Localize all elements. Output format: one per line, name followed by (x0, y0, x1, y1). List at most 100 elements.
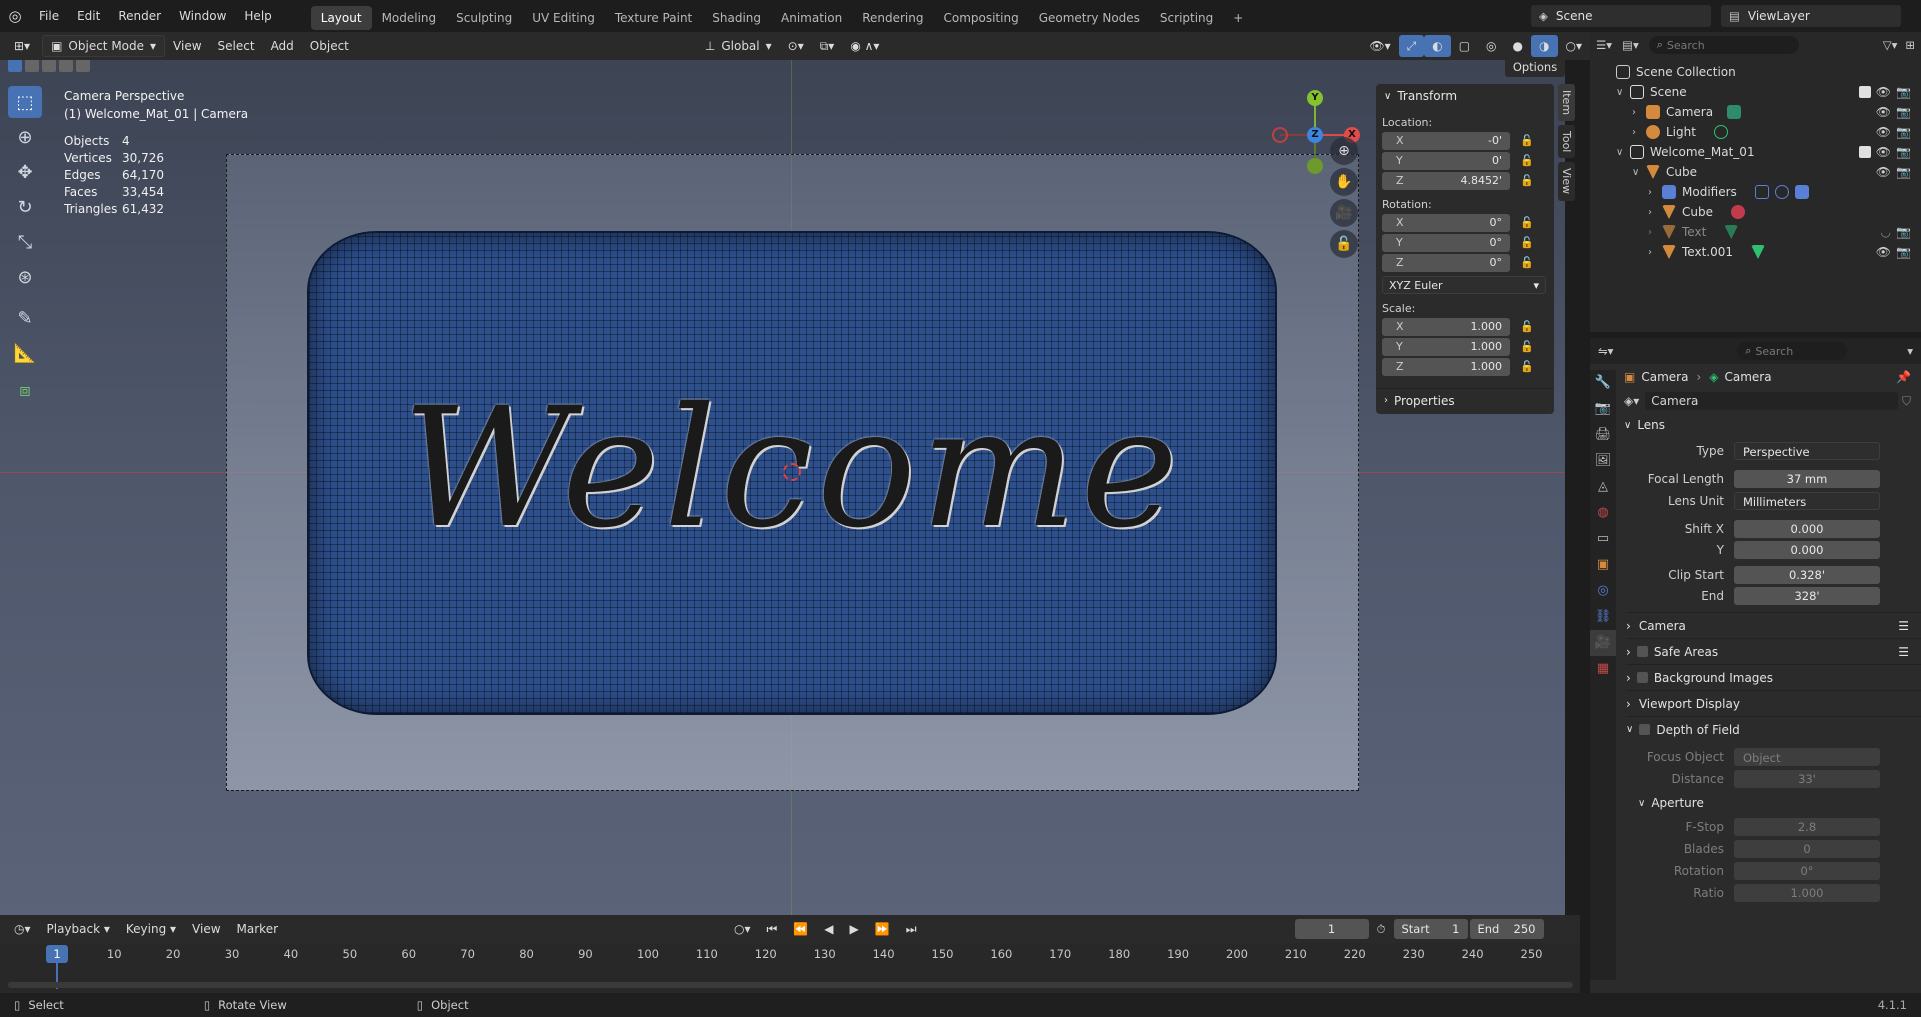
render-camera-icon[interactable]: 📷 (1896, 105, 1911, 119)
depth-of-field-section-header[interactable]: ∨ Depth of Field (1626, 716, 1921, 742)
cursor-tool-icon[interactable]: ⊕ (8, 121, 42, 153)
shading-solid-icon[interactable]: ● (1505, 35, 1531, 57)
gizmo-negy-icon[interactable] (1307, 158, 1323, 174)
outliner-scene-collection[interactable]: Scene Collection (1590, 62, 1921, 82)
lock-icon[interactable]: 🔓 (1520, 216, 1534, 229)
editor-type-icon[interactable]: ⇋▾ (1598, 344, 1613, 358)
texture-tab-icon[interactable]: ▦ (1590, 656, 1616, 682)
timeline-scrollbar[interactable] (8, 982, 1573, 988)
rotation-y-field[interactable]: Y 0° 🔓 (1382, 234, 1534, 252)
properties-search[interactable]: ⌕ Search (1737, 342, 1848, 360)
start-frame-field[interactable]: Start 1 (1393, 919, 1468, 939)
prev-keyframe-icon[interactable]: ⏪ (785, 918, 816, 940)
render-camera-icon[interactable]: 📷 (1896, 125, 1911, 139)
tab-scripting[interactable]: Scripting (1150, 6, 1223, 30)
focal-length-field[interactable]: 37 mm (1734, 470, 1880, 488)
location-z-field[interactable]: Z 4.8452' 🔓 (1382, 172, 1534, 190)
gizmo-y-icon[interactable]: Y (1307, 90, 1323, 106)
constraints-tab-icon[interactable]: ⛓ (1590, 604, 1616, 630)
snap-icon[interactable]: ⧉▾ (812, 35, 843, 57)
list-menu-icon[interactable]: ☰ (1898, 645, 1909, 659)
menu-marker[interactable]: Marker (229, 918, 286, 940)
xray-icon[interactable]: ▢ (1451, 35, 1478, 57)
annotate-tool-icon[interactable]: ✎ (8, 302, 42, 334)
jump-end-icon[interactable]: ⏭ (898, 918, 925, 940)
lens-section-header[interactable]: ∨ Lens (1624, 412, 1921, 438)
tab-uv-editing[interactable]: UV Editing (522, 6, 605, 30)
datablock-selector[interactable]: ◈▾ Camera ⛉ (1624, 390, 1921, 412)
background-images-section-header[interactable]: › Background Images (1626, 664, 1921, 690)
3d-viewport[interactable]: Welcome Camera Perspective (1) Welcome_M… (0, 60, 1565, 915)
distance-field[interactable]: 33' (1734, 770, 1880, 788)
properties-subpanel-header[interactable]: › Properties (1376, 388, 1554, 412)
menu-file[interactable]: File (30, 0, 68, 32)
ratio-field[interactable]: 1.000 (1734, 884, 1880, 902)
render-camera-icon[interactable]: 📷 (1896, 85, 1911, 99)
camera-section-header[interactable]: › Camera ☰ (1626, 612, 1921, 638)
scale-tool-icon[interactable]: ⤡ (8, 226, 42, 258)
chevron-down-icon[interactable]: ∨ (1616, 147, 1630, 158)
select-intersect-icon[interactable] (76, 60, 90, 72)
move-tool-icon[interactable]: ✥ (8, 156, 42, 188)
new-collection-icon[interactable]: ⊞ (1905, 38, 1915, 52)
measure-tool-icon[interactable]: 📐 (8, 337, 42, 369)
shading-rendered-icon[interactable]: ○▾ (1558, 35, 1591, 57)
outliner-row[interactable]: › Cube (1590, 202, 1921, 222)
filter-icon[interactable]: ▽▾ (1883, 38, 1898, 52)
checkbox-icon[interactable] (1636, 646, 1648, 657)
menu-help[interactable]: Help (235, 0, 280, 32)
options-button[interactable]: Options (1505, 60, 1565, 77)
safe-areas-section-header[interactable]: › Safe Areas ☰ (1626, 638, 1921, 664)
outliner-row[interactable]: ∨ Scene 👁 📷 (1590, 82, 1921, 102)
render-tab-icon[interactable]: 📷 (1590, 396, 1616, 422)
chevron-right-icon[interactable]: › (1632, 107, 1646, 118)
render-camera-icon[interactable]: 📷 (1896, 145, 1911, 159)
select-box-tool-icon[interactable]: ⬚ (8, 86, 42, 118)
tab-rendering[interactable]: Rendering (852, 6, 933, 30)
tab-tool[interactable]: Tool (1558, 125, 1575, 159)
editor-type-icon[interactable]: ◷▾ (6, 918, 39, 940)
checkbox-icon[interactable] (1639, 724, 1651, 735)
lock-camera-icon[interactable]: 🔓 (1330, 230, 1358, 258)
checkbox-icon[interactable] (1859, 146, 1871, 158)
menu-select[interactable]: Select (210, 35, 263, 57)
lens-unit-dropdown[interactable]: Millimeters (1734, 492, 1880, 510)
menu-render[interactable]: Render (109, 0, 170, 32)
next-keyframe-icon[interactable]: ⏩ (867, 918, 898, 940)
rotation-field[interactable]: 0° (1734, 862, 1880, 880)
chevron-right-icon[interactable]: › (1648, 187, 1662, 198)
lock-icon[interactable]: 🔓 (1520, 236, 1534, 249)
visibility-icon[interactable]: 👁▾ (1361, 35, 1398, 57)
end-frame-field[interactable]: End 250 (1469, 919, 1544, 939)
eye-closed-icon[interactable]: ◡ (1881, 225, 1891, 239)
rotation-mode-dropdown[interactable]: XYZ Euler ▾ (1382, 276, 1546, 294)
list-menu-icon[interactable]: ☰ (1898, 619, 1909, 633)
eye-icon[interactable]: 👁 (1876, 85, 1891, 99)
editor-type-icon[interactable]: ⊞▾ (6, 35, 38, 57)
output-tab-icon[interactable]: 🖨 (1590, 422, 1616, 448)
proportional-edit-icon[interactable]: ◉ ∧▾ (842, 35, 887, 57)
lock-icon[interactable]: 🔓 (1520, 320, 1534, 333)
pivot-icon[interactable]: ⊙▾ (780, 35, 812, 57)
physics-tab-icon[interactable]: ◎ (1590, 578, 1616, 604)
outliner-row[interactable]: › Light 👁 📷 (1590, 122, 1921, 142)
scale-z-field[interactable]: Z 1.000 🔓 (1382, 358, 1534, 376)
rotation-x-field[interactable]: X 0° 🔓 (1382, 214, 1534, 232)
eye-icon[interactable]: 👁 (1876, 245, 1891, 259)
display-mode-icon[interactable]: ▤▾ (1622, 38, 1639, 52)
chevron-right-icon[interactable]: › (1648, 207, 1662, 218)
rotation-z-field[interactable]: Z 0° 🔓 (1382, 254, 1534, 272)
play-icon[interactable]: ▶ (842, 918, 867, 940)
render-camera-icon[interactable]: 📷 (1896, 225, 1911, 239)
outliner-row[interactable]: ∨ Welcome_Mat_01 👁 📷 (1590, 142, 1921, 162)
shading-wireframe-icon[interactable]: ◎ (1478, 35, 1504, 57)
lock-icon[interactable]: 🔓 (1520, 256, 1534, 269)
pin-icon[interactable]: 📌 (1896, 370, 1911, 384)
outliner-row[interactable]: › Modifiers (1590, 182, 1921, 202)
tab-layout[interactable]: Layout (310, 6, 372, 30)
blades-field[interactable]: 0 (1734, 840, 1880, 858)
chevron-right-icon[interactable]: › (1632, 127, 1646, 138)
transform-header[interactable]: ∨ Transform (1376, 84, 1554, 108)
outliner-row[interactable]: › Text ◡ 📷 (1590, 222, 1921, 242)
current-frame-field[interactable]: 1 (1294, 919, 1369, 939)
